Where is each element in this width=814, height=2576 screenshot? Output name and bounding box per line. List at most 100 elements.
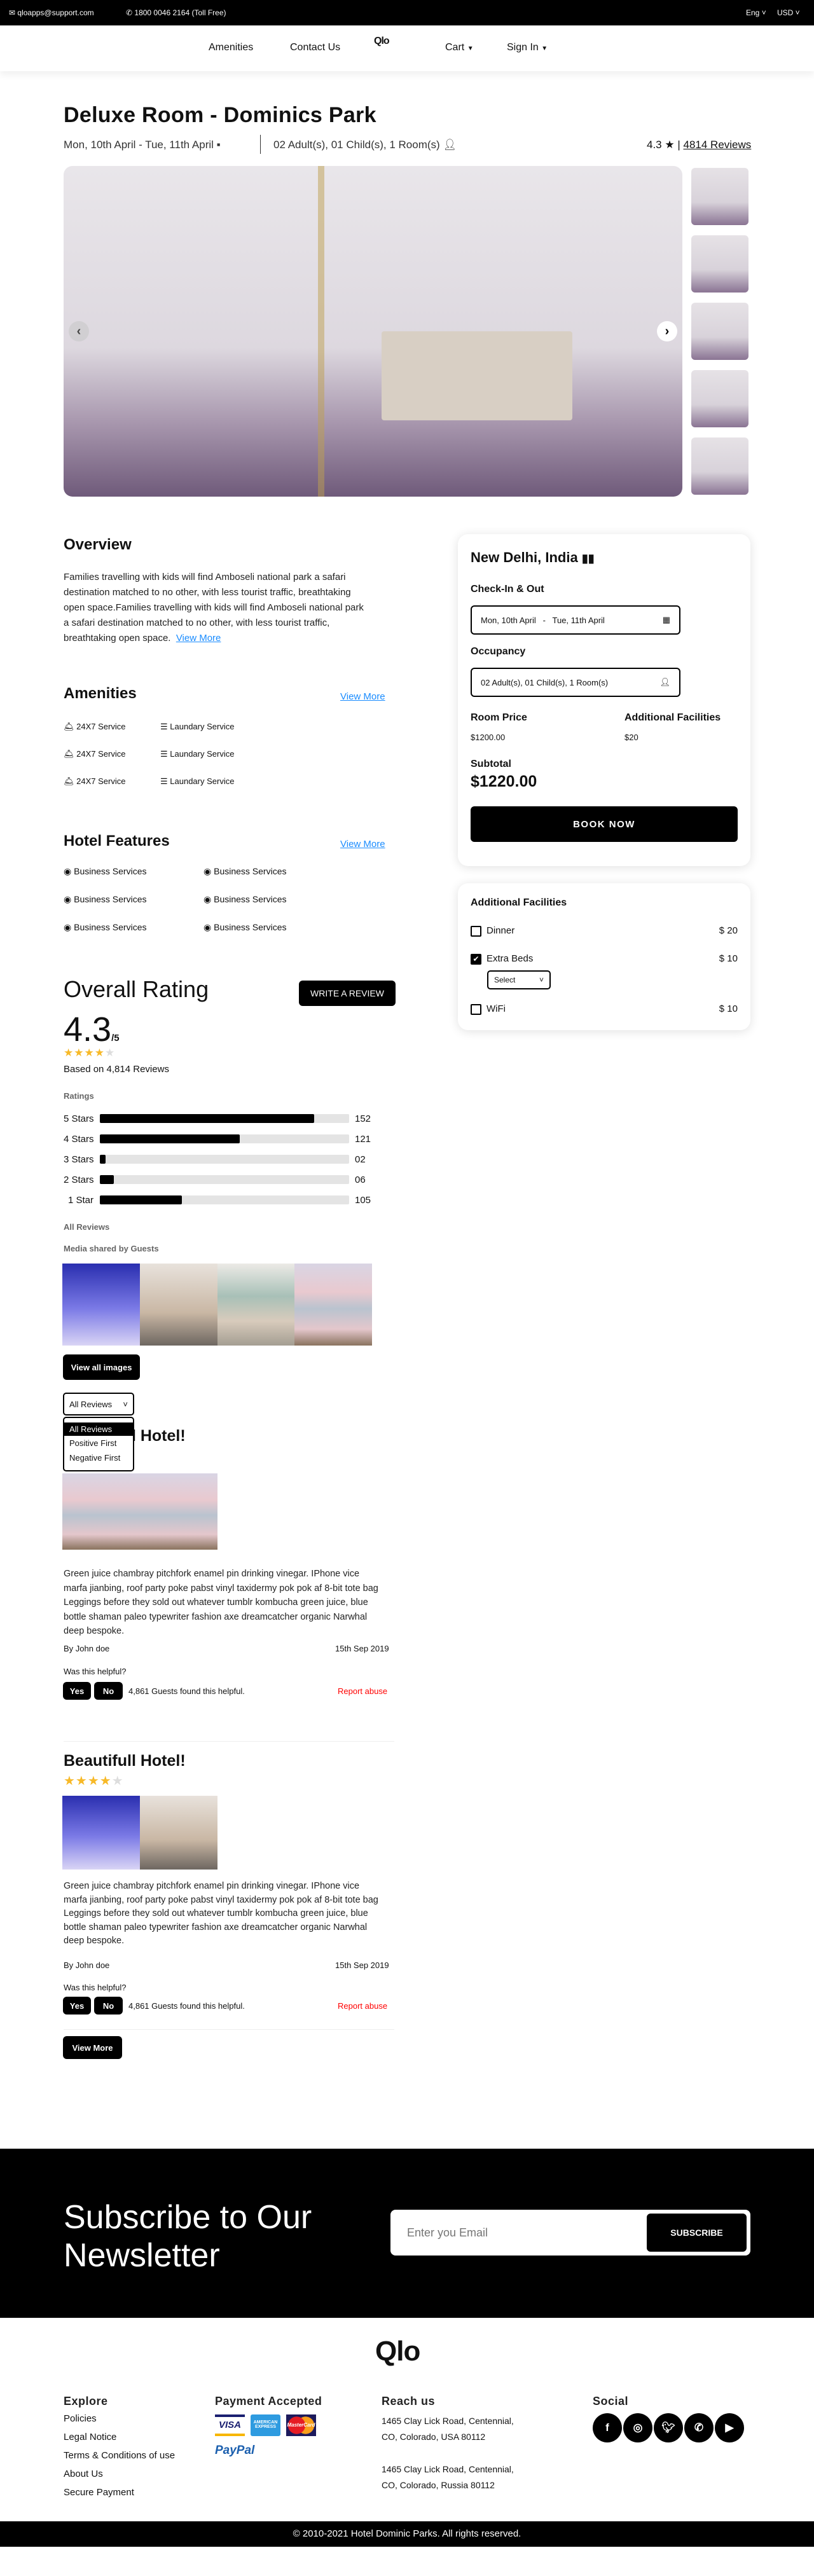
whatsapp-icon[interactable]: ✆ [684,2413,714,2442]
dinner-checkbox[interactable] [471,925,481,937]
guest-photo[interactable] [294,1264,372,1346]
map-icon[interactable]: ▮▮ [582,552,595,565]
helpful-no-button[interactable]: No [94,1997,123,2015]
newsletter-email-input[interactable] [407,2222,636,2243]
sort-option[interactable]: All Reviews [64,1422,133,1436]
user-icon: 👤︎ [659,677,670,687]
review-photo[interactable] [62,1473,140,1550]
checkin-date-field[interactable]: Mon, 10th April - Tue, 11th April ▦ [471,605,680,635]
footer-social: Social f ◎ 🐦︎ ✆ ▶ [593,2395,745,2442]
nav-cart[interactable]: Cart ▼ [445,42,474,53]
thumbnail[interactable] [691,370,748,427]
laundry-icon: ☰ [160,749,168,759]
amenities-list: 🛎︎ 24X7 Service ☰ Laundary Service 🛎︎ 24… [64,722,318,787]
view-all-images-button[interactable]: View all images [63,1354,140,1380]
star-empty-icon: ★ [104,1047,116,1059]
review-sort-select[interactable]: All Reviews ˅ [63,1393,134,1415]
booking-card: New Delhi, India ▮▮ Check-In & Out Mon, … [458,534,750,866]
helpful-yes-button[interactable]: Yes [63,1997,91,2015]
write-review-button[interactable]: WRITE A REVIEW [299,981,396,1006]
score-value: 4.3 [64,1010,112,1049]
amenity-label: Laundary Service [170,776,235,786]
sort-option[interactable]: Negative First [64,1450,133,1465]
thumbnail[interactable] [691,235,748,293]
report-abuse-link[interactable]: Report abuse [338,1686,387,1696]
phone-link[interactable]: ✆ 1800 0046 2164 (Toll Free) [126,8,226,17]
prev-image-button[interactable]: ‹ [69,321,89,341]
laundry-icon: ☰ [160,722,168,731]
twitter-icon[interactable]: 🐦︎ [654,2413,683,2442]
helpful-no-button[interactable]: No [94,1682,123,1700]
report-abuse-link[interactable]: Report abuse [338,2001,387,2011]
thumbnail[interactable] [691,303,748,360]
footer-logo[interactable]: Qlo [375,2336,420,2367]
bar-fill [100,1155,106,1164]
occupancy-field[interactable]: 02 Adult(s), 01 Child(s), 1 Room(s) 👤︎ [471,668,680,697]
helpful-question: Was this helpful? [64,1667,127,1676]
facility-extra-beds: ✔ Extra Beds $ 10 [471,953,738,965]
checkin-label: Check-In & Out [471,584,544,595]
guest-photo[interactable] [140,1264,217,1346]
language-select[interactable]: Eng ˅ [746,8,766,17]
user-icon: 👤︎ [443,139,457,151]
facility-price: $ 10 [719,1003,738,1014]
nav-contact-us[interactable]: Contact Us [290,42,340,53]
thumbnail[interactable] [691,437,748,495]
thumbnail[interactable] [691,168,748,225]
facebook-icon[interactable]: f [593,2413,622,2442]
currency-value: USD [777,8,794,17]
ratings-label: Ratings [64,1091,94,1101]
youtube-icon[interactable]: ▶ [715,2413,744,2442]
rating-value: 4.3 [647,139,662,151]
footer-link[interactable]: Policies [64,2413,175,2424]
footer-link[interactable]: Legal Notice [64,2432,175,2442]
footer-link[interactable]: Secure Payment [64,2487,175,2498]
bar-label: 1 Star [68,1195,94,1206]
review-photo[interactable] [140,1796,217,1870]
page-title: Deluxe Room - Dominics Park [64,103,376,127]
divider [64,1741,394,1742]
helpful-yes-button[interactable]: Yes [63,1682,91,1700]
sort-value: All Reviews [69,1399,113,1409]
amenity-item: ☰ Laundary Service [160,722,287,732]
helpful-count: 4,861 Guests found this helpful. [128,1686,245,1696]
feature-label: Business Services [214,894,287,904]
review-photo[interactable] [140,1473,217,1550]
footer-link[interactable]: Terms & Conditions of use [64,2450,175,2461]
instagram-icon[interactable]: ◎ [623,2413,652,2442]
rating-bar-5 [100,1114,349,1123]
reviews-link[interactable]: 4814 Reviews [684,139,752,151]
subscribe-button[interactable]: SUBSCRIBE [647,2214,747,2252]
amenities-view-more[interactable]: View More [340,691,385,702]
amex-logo: AMERICAN EXPRESS [251,2414,280,2436]
features-view-more[interactable]: View More [340,839,385,850]
next-image-button[interactable]: › [657,321,677,341]
extra-beds-select[interactable]: Select ˅ [487,970,551,989]
sort-option[interactable]: Positive First [64,1436,133,1450]
guest-photo[interactable] [62,1264,140,1346]
review-photo[interactable] [62,1796,140,1870]
feature-item: ◉ Business Services [64,894,204,905]
facility-dinner: Dinner $ 20 [471,925,738,937]
occupancy-value: 02 Adult(s), 01 Child(s), 1 Room(s) [481,677,609,687]
bar-fill [100,1175,114,1184]
logo[interactable]: Qlo [374,36,390,47]
nav-amenities[interactable]: Amenities [209,42,253,53]
stay-dates: Mon, 10th April - Tue, 11th April ▪ [64,139,221,151]
feature-label: Business Services [214,922,287,932]
explore-heading: Explore [64,2395,108,2407]
features-heading: Hotel Features [64,832,170,850]
wifi-checkbox[interactable] [471,1003,481,1015]
nav-sign-in[interactable]: Sign In ▼ [507,42,548,53]
book-now-button[interactable]: BOOK NOW [471,806,738,842]
image-detail [382,331,572,420]
view-more-reviews-button[interactable]: View More [63,2036,122,2059]
extra-beds-checkbox[interactable]: ✔ [471,953,481,965]
service-bell-icon: 🛎︎ [64,722,74,731]
currency-select[interactable]: USD ˅ [777,8,800,17]
bar-label: 4 Stars [64,1134,94,1145]
guest-photo[interactable] [217,1264,294,1346]
footer-link[interactable]: About Us [64,2469,175,2479]
email-link[interactable]: ✉ qloapps@support.com [9,8,94,17]
overview-view-more[interactable]: View More [176,633,221,644]
